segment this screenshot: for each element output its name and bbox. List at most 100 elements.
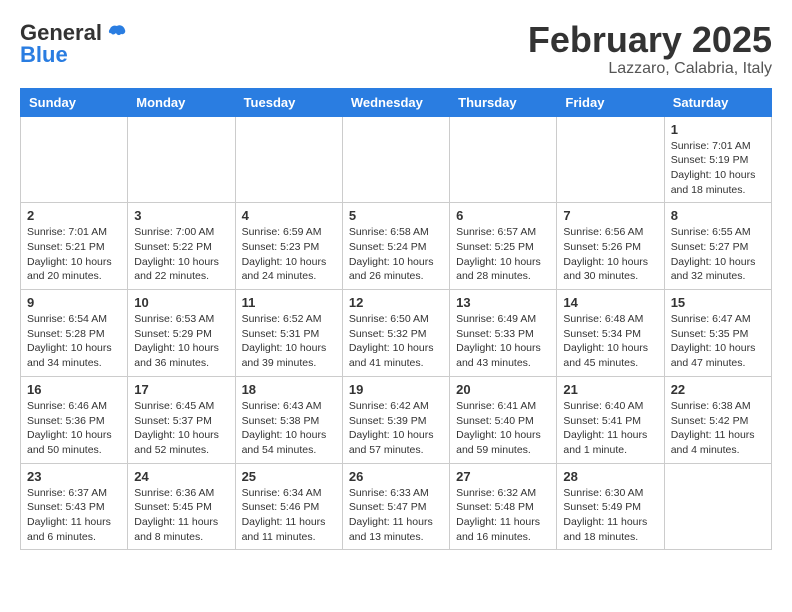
- weekday-header-monday: Monday: [128, 88, 235, 116]
- day-info: Sunrise: 6:59 AM Sunset: 5:23 PM Dayligh…: [242, 225, 336, 284]
- calendar-cell: [21, 116, 128, 203]
- location-subtitle: Lazzaro, Calabria, Italy: [528, 60, 772, 78]
- day-info: Sunrise: 6:52 AM Sunset: 5:31 PM Dayligh…: [242, 312, 336, 371]
- calendar-cell: 18 Sunrise: 6:43 AM Sunset: 5:38 PM Dayli…: [235, 376, 342, 463]
- calendar-cell: 19Sunrise: 6:42 AM Sunset: 5:39 PM Dayli…: [342, 376, 449, 463]
- day-info: Sunrise: 6:36 AM Sunset: 5:45 PM Dayligh…: [134, 486, 228, 545]
- day-number: 27: [456, 469, 550, 484]
- day-number: 8: [671, 208, 765, 223]
- calendar-cell: 11Sunrise: 6:52 AM Sunset: 5:31 PM Dayli…: [235, 290, 342, 377]
- day-number: 26: [349, 469, 443, 484]
- day-number: 6: [456, 208, 550, 223]
- day-info: Sunrise: 6:30 AM Sunset: 5:49 PM Dayligh…: [563, 486, 657, 545]
- calendar-table: SundayMondayTuesdayWednesdayThursdayFrid…: [20, 88, 772, 551]
- calendar-cell: 3 Sunrise: 7:00 AM Sunset: 5:22 PM Daylig…: [128, 203, 235, 290]
- calendar-cell: 10 Sunrise: 6:53 AM Sunset: 5:29 PM Dayli…: [128, 290, 235, 377]
- calendar-cell: 2 Sunrise: 7:01 AM Sunset: 5:21 PM Daylig…: [21, 203, 128, 290]
- calendar-cell: 14 Sunrise: 6:48 AM Sunset: 5:34 PM Dayli…: [557, 290, 664, 377]
- day-info: Sunrise: 6:33 AM Sunset: 5:47 PM Dayligh…: [349, 486, 443, 545]
- day-info: Sunrise: 6:32 AM Sunset: 5:48 PM Dayligh…: [456, 486, 550, 545]
- day-number: 19: [349, 382, 443, 397]
- day-info: Sunrise: 6:41 AM Sunset: 5:40 PM Dayligh…: [456, 399, 550, 458]
- day-info: Sunrise: 6:54 AM Sunset: 5:28 PM Dayligh…: [27, 312, 121, 371]
- day-number: 18: [242, 382, 336, 397]
- calendar-week-2: 9Sunrise: 6:54 AM Sunset: 5:28 PM Daylig…: [21, 290, 772, 377]
- calendar-cell: 22 Sunrise: 6:38 AM Sunset: 5:42 PM Dayli…: [664, 376, 771, 463]
- day-info: Sunrise: 7:01 AM Sunset: 5:21 PM Dayligh…: [27, 225, 121, 284]
- calendar-cell: [342, 116, 449, 203]
- calendar-cell: 17 Sunrise: 6:45 AM Sunset: 5:37 PM Dayli…: [128, 376, 235, 463]
- day-info: Sunrise: 6:48 AM Sunset: 5:34 PM Dayligh…: [563, 312, 657, 371]
- day-info: Sunrise: 6:37 AM Sunset: 5:43 PM Dayligh…: [27, 486, 121, 545]
- day-number: 10: [134, 295, 228, 310]
- day-number: 7: [563, 208, 657, 223]
- day-info: Sunrise: 6:47 AM Sunset: 5:35 PM Dayligh…: [671, 312, 765, 371]
- page-header: General Blue February 2025 Lazzaro, Cala…: [20, 20, 772, 78]
- day-info: Sunrise: 6:55 AM Sunset: 5:27 PM Dayligh…: [671, 225, 765, 284]
- calendar-cell: 15 Sunrise: 6:47 AM Sunset: 5:35 PM Dayli…: [664, 290, 771, 377]
- day-number: 3: [134, 208, 228, 223]
- calendar-cell: 27 Sunrise: 6:32 AM Sunset: 5:48 PM Dayli…: [450, 463, 557, 550]
- day-info: Sunrise: 6:40 AM Sunset: 5:41 PM Dayligh…: [563, 399, 657, 458]
- calendar-cell: 23 Sunrise: 6:37 AM Sunset: 5:43 PM Dayli…: [21, 463, 128, 550]
- day-number: 4: [242, 208, 336, 223]
- day-info: Sunrise: 6:49 AM Sunset: 5:33 PM Dayligh…: [456, 312, 550, 371]
- day-info: Sunrise: 6:53 AM Sunset: 5:29 PM Dayligh…: [134, 312, 228, 371]
- calendar-cell: 16Sunrise: 6:46 AM Sunset: 5:36 PM Dayli…: [21, 376, 128, 463]
- calendar-cell: 20 Sunrise: 6:41 AM Sunset: 5:40 PM Dayli…: [450, 376, 557, 463]
- calendar-cell: 28 Sunrise: 6:30 AM Sunset: 5:49 PM Dayli…: [557, 463, 664, 550]
- day-number: 23: [27, 469, 121, 484]
- weekday-header-friday: Friday: [557, 88, 664, 116]
- day-number: 24: [134, 469, 228, 484]
- calendar-cell: 13Sunrise: 6:49 AM Sunset: 5:33 PM Dayli…: [450, 290, 557, 377]
- day-info: Sunrise: 6:38 AM Sunset: 5:42 PM Dayligh…: [671, 399, 765, 458]
- calendar-cell: [450, 116, 557, 203]
- calendar-week-4: 23 Sunrise: 6:37 AM Sunset: 5:43 PM Dayli…: [21, 463, 772, 550]
- day-number: 15: [671, 295, 765, 310]
- day-number: 5: [349, 208, 443, 223]
- weekday-header-row: SundayMondayTuesdayWednesdayThursdayFrid…: [21, 88, 772, 116]
- calendar-cell: 4 Sunrise: 6:59 AM Sunset: 5:23 PM Daylig…: [235, 203, 342, 290]
- calendar-cell: 6 Sunrise: 6:57 AM Sunset: 5:25 PM Daylig…: [450, 203, 557, 290]
- weekday-header-wednesday: Wednesday: [342, 88, 449, 116]
- day-number: 14: [563, 295, 657, 310]
- weekday-header-saturday: Saturday: [664, 88, 771, 116]
- calendar-cell: 24 Sunrise: 6:36 AM Sunset: 5:45 PM Dayli…: [128, 463, 235, 550]
- calendar-cell: [664, 463, 771, 550]
- day-info: Sunrise: 7:01 AM Sunset: 5:19 PM Dayligh…: [671, 139, 765, 198]
- day-number: 16: [27, 382, 121, 397]
- day-number: 2: [27, 208, 121, 223]
- day-info: Sunrise: 6:57 AM Sunset: 5:25 PM Dayligh…: [456, 225, 550, 284]
- calendar-cell: 5 Sunrise: 6:58 AM Sunset: 5:24 PM Daylig…: [342, 203, 449, 290]
- day-number: 17: [134, 382, 228, 397]
- calendar-week-3: 16Sunrise: 6:46 AM Sunset: 5:36 PM Dayli…: [21, 376, 772, 463]
- day-info: Sunrise: 6:45 AM Sunset: 5:37 PM Dayligh…: [134, 399, 228, 458]
- weekday-header-tuesday: Tuesday: [235, 88, 342, 116]
- calendar-cell: 21 Sunrise: 6:40 AM Sunset: 5:41 PM Dayli…: [557, 376, 664, 463]
- day-number: 12: [349, 295, 443, 310]
- weekday-header-thursday: Thursday: [450, 88, 557, 116]
- calendar-cell: 12Sunrise: 6:50 AM Sunset: 5:32 PM Dayli…: [342, 290, 449, 377]
- calendar-week-1: 2 Sunrise: 7:01 AM Sunset: 5:21 PM Daylig…: [21, 203, 772, 290]
- calendar-cell: 1Sunrise: 7:01 AM Sunset: 5:19 PM Daylig…: [664, 116, 771, 203]
- day-info: Sunrise: 6:58 AM Sunset: 5:24 PM Dayligh…: [349, 225, 443, 284]
- calendar-cell: 7 Sunrise: 6:56 AM Sunset: 5:26 PM Daylig…: [557, 203, 664, 290]
- month-title: February 2025: [528, 20, 772, 60]
- day-number: 20: [456, 382, 550, 397]
- calendar-cell: 25Sunrise: 6:34 AM Sunset: 5:46 PM Dayli…: [235, 463, 342, 550]
- day-number: 28: [563, 469, 657, 484]
- day-number: 21: [563, 382, 657, 397]
- day-info: Sunrise: 6:56 AM Sunset: 5:26 PM Dayligh…: [563, 225, 657, 284]
- weekday-header-sunday: Sunday: [21, 88, 128, 116]
- day-number: 25: [242, 469, 336, 484]
- day-info: Sunrise: 6:43 AM Sunset: 5:38 PM Dayligh…: [242, 399, 336, 458]
- day-number: 22: [671, 382, 765, 397]
- calendar-cell: 26 Sunrise: 6:33 AM Sunset: 5:47 PM Dayli…: [342, 463, 449, 550]
- title-block: February 2025 Lazzaro, Calabria, Italy: [528, 20, 772, 78]
- calendar-cell: [235, 116, 342, 203]
- calendar-cell: 8 Sunrise: 6:55 AM Sunset: 5:27 PM Daylig…: [664, 203, 771, 290]
- logo-bird-icon: [106, 22, 128, 44]
- logo-blue-text: Blue: [20, 42, 68, 68]
- calendar-cell: [128, 116, 235, 203]
- day-info: Sunrise: 7:00 AM Sunset: 5:22 PM Dayligh…: [134, 225, 228, 284]
